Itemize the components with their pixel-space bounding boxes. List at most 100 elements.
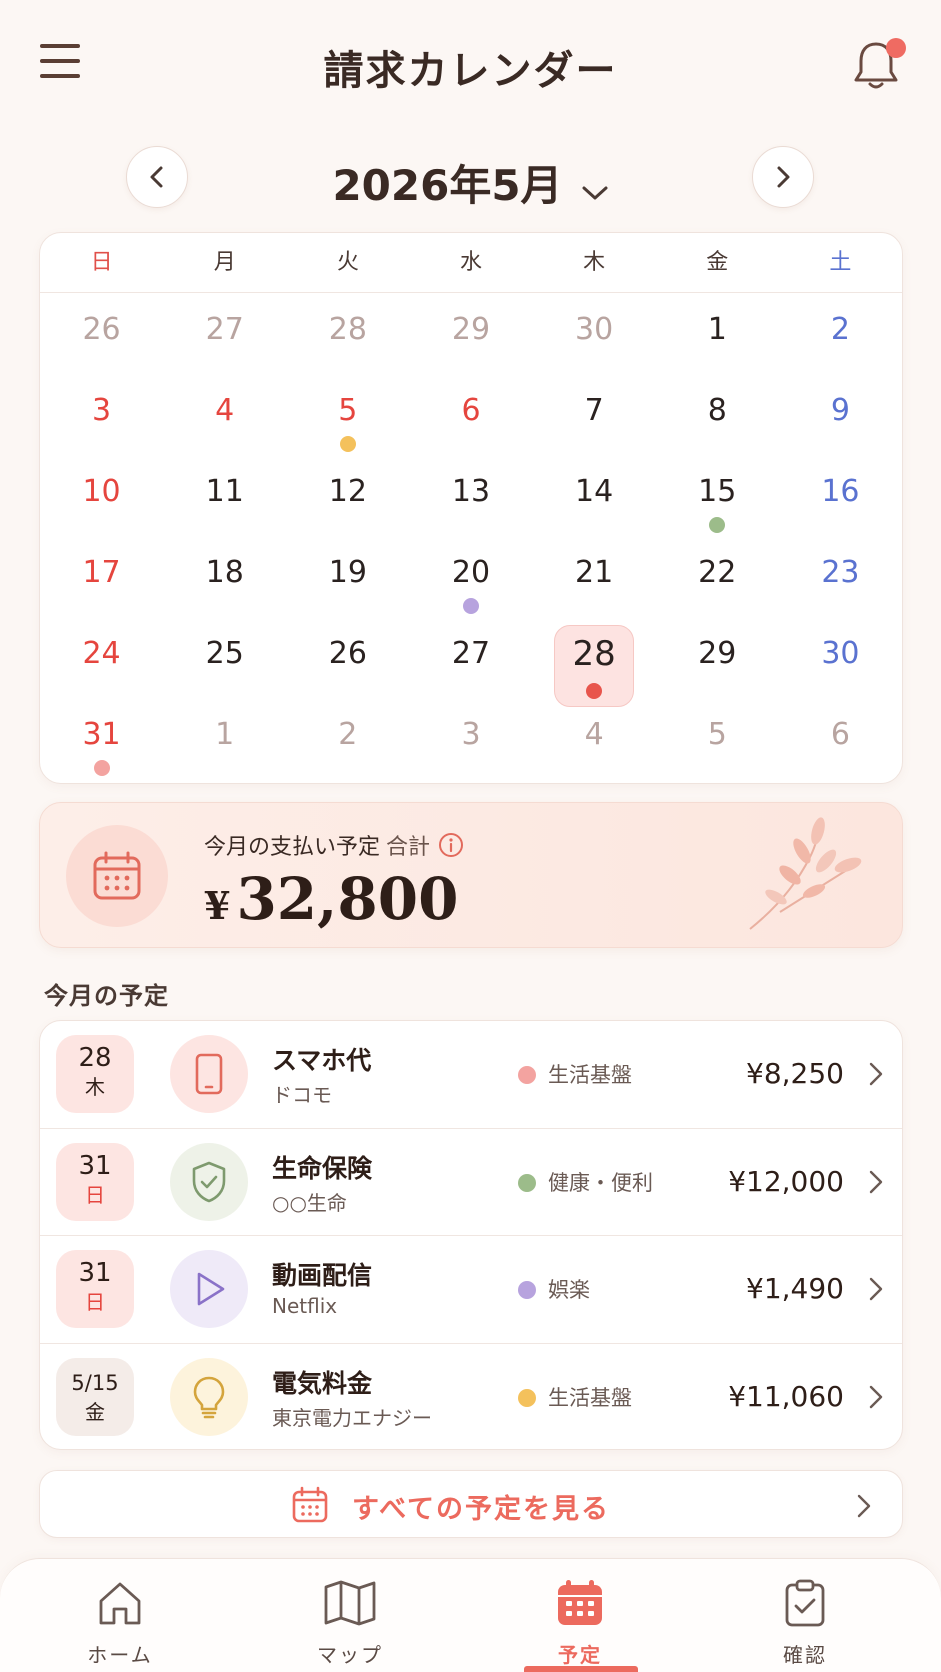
summary-label: 今月の支払い予定 合計 bbox=[204, 829, 464, 864]
calendar-day[interactable]: 4 bbox=[163, 376, 286, 457]
item-name: 電気料金 bbox=[272, 1368, 373, 1398]
calendar-day[interactable]: 8 bbox=[656, 376, 779, 457]
calendar-day[interactable]: 1 bbox=[656, 295, 779, 376]
day-number: 10 bbox=[82, 474, 121, 509]
tab-label: マップ bbox=[317, 1643, 383, 1667]
summary-amount: ¥32,800 bbox=[204, 865, 458, 933]
item-name: スマホ代 bbox=[272, 1046, 372, 1075]
item-amount: ¥1,490 bbox=[746, 1272, 844, 1305]
calendar-day[interactable]: 18 bbox=[163, 538, 286, 619]
view-all-button[interactable]: すべての予定を見る bbox=[39, 1470, 903, 1538]
tab-schedule[interactable]: 予定 bbox=[500, 1575, 660, 1668]
list-item[interactable]: 31 日 動画配信 Netflix 娯楽 ¥1,490 bbox=[40, 1236, 902, 1344]
item-name: 動画配信 bbox=[272, 1261, 373, 1290]
day-number: 23 bbox=[821, 555, 860, 590]
info-icon[interactable] bbox=[438, 832, 464, 864]
shield-icon bbox=[170, 1142, 248, 1221]
calendar-day[interactable]: 21 bbox=[533, 538, 656, 619]
summary-title: 今月の支払い予定 bbox=[204, 835, 381, 860]
calendar-day[interactable]: 26 bbox=[286, 619, 409, 700]
category-tag: 娯楽 bbox=[518, 1274, 590, 1304]
next-month-button[interactable] bbox=[752, 146, 814, 208]
calendar-day[interactable]: 12 bbox=[286, 457, 409, 538]
list-item[interactable]: 5/15 金 電気料金 東京電力エナジー 生活基盤 ¥11,060 bbox=[40, 1344, 902, 1450]
calendar-day[interactable]: 20 bbox=[409, 538, 532, 619]
schedule-list: 28 木 スマホ代 ドコモ 生活基盤 ¥8,250 31 日 生命保険 ○○生命… bbox=[39, 1020, 903, 1450]
notification-bell-icon[interactable] bbox=[852, 38, 906, 94]
calendar-day[interactable]: 4 bbox=[533, 700, 656, 781]
day-number: 7 bbox=[584, 393, 604, 428]
calendar-day[interactable]: 25 bbox=[163, 619, 286, 700]
calendar-day[interactable]: 5 bbox=[656, 700, 779, 781]
item-name: 生命保険 bbox=[272, 1153, 373, 1183]
calendar-day[interactable]: 31 bbox=[40, 700, 163, 781]
calendar-day[interactable]: 16 bbox=[779, 457, 902, 538]
day-number: 27 bbox=[451, 636, 491, 671]
date-badge: 31 日 bbox=[56, 1250, 134, 1328]
calendar-day[interactable]: 24 bbox=[40, 619, 163, 700]
calendar-day[interactable]: 26 bbox=[40, 295, 163, 376]
calendar-day[interactable]: 2 bbox=[779, 295, 902, 376]
date-badge: 5/15 金 bbox=[56, 1357, 134, 1436]
calendar-day[interactable]: 19 bbox=[286, 538, 409, 619]
day-number: 29 bbox=[698, 636, 737, 671]
item-amount: ¥11,060 bbox=[728, 1379, 844, 1413]
calendar-day[interactable]: 28 bbox=[286, 295, 409, 376]
day-number: 17 bbox=[82, 555, 121, 590]
calendar-day[interactable]: 14 bbox=[533, 457, 656, 538]
calendar-day[interactable]: 30 bbox=[779, 619, 902, 700]
day-number: 14 bbox=[575, 474, 614, 509]
list-item[interactable]: 31 日 生命保険 ○○生命 健康・便利 ¥12,000 bbox=[40, 1129, 902, 1236]
month-navigation: 2026年5月 bbox=[0, 140, 941, 216]
calendar-day[interactable]: 17 bbox=[40, 538, 163, 619]
chevron-right-icon bbox=[856, 1493, 872, 1523]
calendar-day[interactable]: 29 bbox=[409, 295, 532, 376]
calendar-day[interactable]: 27 bbox=[409, 619, 532, 700]
tab-map[interactable]: マップ bbox=[270, 1575, 430, 1668]
calendar-day[interactable]: 2 bbox=[286, 700, 409, 781]
date-day: 28 bbox=[78, 1043, 112, 1073]
day-number: 30 bbox=[821, 636, 860, 671]
calendar-icon bbox=[290, 1485, 330, 1529]
calendar-day[interactable]: 1 bbox=[163, 700, 286, 781]
calendar-day[interactable]: 28 bbox=[533, 619, 656, 707]
day-number: 6 bbox=[830, 717, 850, 752]
calendar-day[interactable]: 22 bbox=[656, 538, 779, 619]
bill-marker-dot bbox=[586, 683, 603, 699]
day-number: 11 bbox=[205, 474, 244, 509]
section-title: 今月の予定 bbox=[44, 982, 169, 1010]
list-item[interactable]: 28 木 スマホ代 ドコモ 生活基盤 ¥8,250 bbox=[40, 1021, 902, 1129]
calendar-day[interactable]: 6 bbox=[779, 700, 902, 781]
weekday-label: 火 bbox=[336, 250, 359, 275]
calendar-day[interactable]: 3 bbox=[40, 376, 163, 457]
item-amount: ¥12,000 bbox=[728, 1164, 844, 1198]
bill-marker-dot bbox=[93, 760, 110, 776]
weekday-label: 土 bbox=[829, 250, 852, 275]
calendar-day[interactable]: 13 bbox=[409, 457, 532, 538]
calendar-day[interactable]: 6 bbox=[409, 376, 532, 457]
day-number: 12 bbox=[328, 474, 367, 509]
calendar-days-grid: 26 27 28 29 30 1 2 3 4 5 6 7 8 9 10 11 12 13 14 15 16 17 18 19 2… bbox=[40, 293, 902, 781]
chevron-right-icon bbox=[868, 1169, 884, 1199]
calendar-day[interactable]: 5 bbox=[286, 376, 409, 457]
date-weekday: 木 bbox=[85, 1075, 105, 1099]
calendar-day[interactable]: 7 bbox=[533, 376, 656, 457]
category-tag: 生活基盤 bbox=[518, 1059, 632, 1089]
tab-check[interactable]: 確認 bbox=[725, 1575, 885, 1668]
calendar-day[interactable]: 10 bbox=[40, 457, 163, 538]
calendar-day[interactable]: 15 bbox=[656, 457, 779, 538]
lightbulb-icon bbox=[170, 1357, 248, 1436]
date-badge: 28 木 bbox=[56, 1035, 134, 1113]
chevron-right-icon bbox=[868, 1276, 884, 1306]
calendar-day[interactable]: 11 bbox=[163, 457, 286, 538]
calendar-day[interactable]: 3 bbox=[409, 700, 532, 781]
calendar-day[interactable]: 29 bbox=[656, 619, 779, 700]
calendar-day[interactable]: 9 bbox=[779, 376, 902, 457]
day-number: 8 bbox=[707, 393, 727, 428]
calendar-day[interactable]: 27 bbox=[163, 295, 286, 376]
tab-label: 予定 bbox=[558, 1643, 602, 1667]
calendar-day[interactable]: 30 bbox=[533, 295, 656, 376]
item-provider: 東京電力エナジー bbox=[272, 1405, 432, 1430]
calendar-day[interactable]: 23 bbox=[779, 538, 902, 619]
tab-home[interactable]: ホーム bbox=[40, 1575, 200, 1668]
